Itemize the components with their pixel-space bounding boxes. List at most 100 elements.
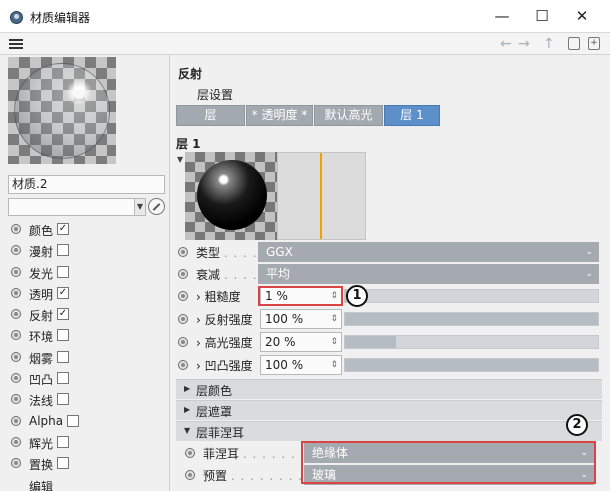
- radio-icon[interactable]: [11, 394, 21, 405]
- param-bump-strength: › 凹凸强度 100 % ⇕: [171, 354, 610, 376]
- checkbox[interactable]: [57, 244, 69, 257]
- checkbox[interactable]: [57, 435, 69, 448]
- channel-alpha[interactable]: Alpha: [0, 411, 170, 432]
- checkbox[interactable]: ✓: [57, 286, 69, 299]
- radio-icon[interactable]: [185, 470, 195, 480]
- tab-layer-1[interactable]: 层 1: [384, 105, 440, 126]
- checkbox[interactable]: [57, 457, 69, 470]
- radio-icon[interactable]: [11, 287, 21, 298]
- channel-displacement[interactable]: 置换: [0, 453, 170, 474]
- chevron-down-icon: ⌄: [585, 247, 593, 257]
- glass-sphere-preview: [14, 63, 110, 159]
- radio-icon[interactable]: [178, 269, 188, 279]
- group-layer-fresnel[interactable]: ▼ 层菲涅耳: [176, 421, 602, 441]
- callout-fresnel-preset: [301, 441, 596, 484]
- attribute-panel: 反射 层设置 层 * 透明度 * 默认高光 层 1 层 1 ▼ 类型 . . .…: [171, 55, 610, 491]
- group-label: 层遮罩: [196, 405, 233, 419]
- channel-label: 辉光: [29, 436, 54, 451]
- radio-icon[interactable]: [11, 415, 21, 426]
- layer-preview: [185, 152, 277, 240]
- menu-icon[interactable]: [9, 39, 23, 49]
- up-arrow-icon[interactable]: ↑: [543, 36, 555, 52]
- slider-fill: [345, 336, 396, 348]
- radio-icon[interactable]: [178, 360, 188, 370]
- forward-arrow-icon[interactable]: →: [518, 36, 530, 52]
- checkbox[interactable]: ✓: [57, 308, 69, 321]
- attenuation-dropdown[interactable]: 平均 ⌄: [258, 264, 599, 284]
- falloff-curve-graph: [277, 152, 366, 240]
- type-dropdown[interactable]: GGX ⌄: [258, 242, 599, 262]
- channel-color[interactable]: 颜色 ✓: [0, 219, 170, 240]
- maximize-button[interactable]: ☐: [522, 4, 562, 28]
- group-layer-color[interactable]: ▶ 层颜色: [176, 379, 602, 399]
- tab-layer[interactable]: 层: [176, 105, 245, 126]
- back-arrow-icon[interactable]: ←: [500, 36, 512, 52]
- radio-icon[interactable]: [11, 224, 21, 234]
- caret-down-icon[interactable]: ▼: [177, 155, 183, 164]
- radio-icon[interactable]: [178, 314, 188, 324]
- radio-icon[interactable]: [11, 330, 21, 341]
- specular-strength-slider[interactable]: [344, 335, 599, 349]
- stepper-icon[interactable]: ⇕: [330, 356, 338, 374]
- param-label: › 高光强度: [196, 336, 253, 350]
- bump-strength-slider[interactable]: [344, 358, 599, 372]
- tab-transparency[interactable]: * 透明度 *: [246, 105, 313, 126]
- checkbox[interactable]: [57, 372, 69, 385]
- radio-icon[interactable]: [11, 436, 21, 447]
- chevron-down-icon: ⌄: [585, 269, 593, 279]
- radio-icon[interactable]: [11, 373, 21, 384]
- curve-marker: [320, 153, 322, 239]
- chevron-down-icon[interactable]: ▼: [134, 198, 146, 216]
- checkbox[interactable]: [57, 393, 69, 406]
- specular-strength-input[interactable]: 20 % ⇕: [260, 332, 342, 352]
- tab-default-specular[interactable]: 默认高光: [314, 105, 383, 126]
- picker-icon[interactable]: [148, 198, 165, 215]
- checkbox[interactable]: [57, 265, 69, 278]
- minimize-button[interactable]: —: [482, 4, 522, 28]
- channel-luminance[interactable]: 发光: [0, 262, 170, 283]
- radio-icon[interactable]: [11, 266, 21, 277]
- param-reflection-strength: › 反射强度 100 % ⇕: [171, 308, 610, 330]
- group-layer-mask[interactable]: ▶ 层遮罩: [176, 400, 602, 420]
- radio-icon[interactable]: [178, 337, 188, 347]
- radio-icon[interactable]: [11, 458, 21, 469]
- channel-normal[interactable]: 法线: [0, 389, 170, 410]
- channel-environment[interactable]: 环境: [0, 325, 170, 346]
- checkbox[interactable]: [57, 329, 69, 342]
- material-preview[interactable]: [8, 57, 116, 164]
- channel-reflectance[interactable]: 反射 ✓: [0, 304, 170, 325]
- lock-icon[interactable]: [568, 37, 580, 50]
- close-button[interactable]: ✕: [562, 4, 602, 28]
- bump-strength-input[interactable]: 100 % ⇕: [260, 355, 342, 375]
- channel-fog[interactable]: 烟雾: [0, 347, 170, 368]
- param-type: 类型 . . . . . . . GGX ⌄: [171, 241, 610, 263]
- material-name-field[interactable]: 材质.2: [8, 175, 165, 194]
- channel-editor[interactable]: 编辑: [0, 475, 170, 491]
- channel-label: 凹凸: [29, 373, 54, 388]
- channel-label: 环境: [29, 330, 54, 345]
- checkbox[interactable]: [57, 350, 69, 363]
- radio-icon[interactable]: [11, 245, 21, 256]
- radio-icon[interactable]: [178, 291, 188, 301]
- material-dropdown[interactable]: [8, 198, 146, 216]
- channel-label: 发光: [29, 266, 54, 281]
- channel-bump[interactable]: 凹凸: [0, 368, 170, 389]
- radio-icon[interactable]: [185, 448, 195, 458]
- channel-glow[interactable]: 辉光: [0, 432, 170, 453]
- radio-icon[interactable]: [178, 247, 188, 257]
- radio-icon[interactable]: [11, 351, 21, 362]
- roughness-slider[interactable]: [344, 289, 599, 303]
- layer-settings-label: 层设置: [197, 88, 234, 102]
- param-label: 预置 . . . . . . . . .: [203, 469, 313, 483]
- reflection-strength-slider[interactable]: [344, 312, 599, 326]
- stepper-icon[interactable]: ⇕: [330, 333, 338, 351]
- checkbox[interactable]: [67, 414, 79, 427]
- channel-diffusion[interactable]: 漫射: [0, 240, 170, 261]
- new-panel-icon[interactable]: +: [588, 37, 600, 50]
- channel-label: 烟雾: [29, 351, 54, 366]
- reflection-strength-input[interactable]: 100 % ⇕: [260, 309, 342, 329]
- channel-transparency[interactable]: 透明 ✓: [0, 283, 170, 304]
- checkbox[interactable]: ✓: [57, 223, 69, 235]
- radio-icon[interactable]: [11, 309, 21, 320]
- stepper-icon[interactable]: ⇕: [330, 310, 338, 328]
